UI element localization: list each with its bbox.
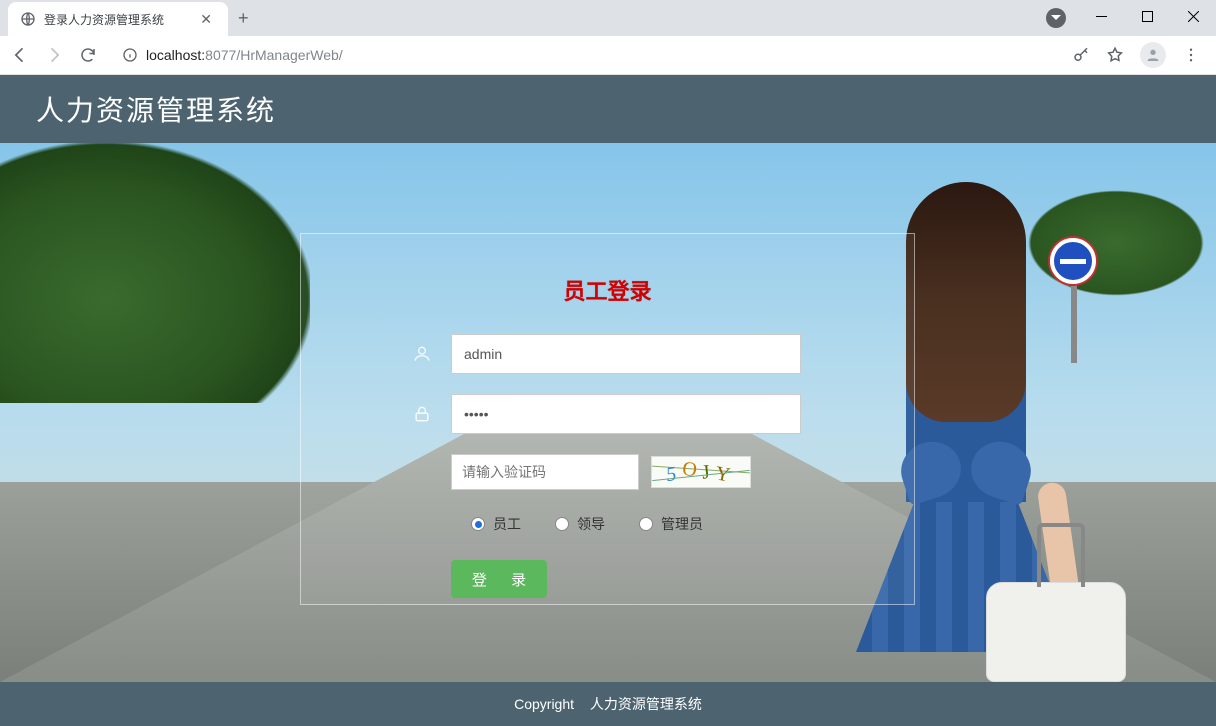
footer-copyright: Copyright <box>514 696 574 712</box>
page-footer: Copyright 人力资源管理系统 <box>0 682 1216 726</box>
role-radio-leader[interactable]: 领导 <box>555 514 605 534</box>
login-panel: 员工登录 5OJY <box>300 233 915 605</box>
browser-tab[interactable]: 登录人力资源管理系统 ✕ <box>8 2 228 36</box>
new-tab-button[interactable]: + <box>228 8 259 29</box>
password-input[interactable] <box>451 394 801 434</box>
site-info-icon[interactable] <box>122 47 138 63</box>
profile-avatar-icon[interactable] <box>1140 42 1166 68</box>
hero-background: 员工登录 5OJY <box>0 143 1216 682</box>
role-radio-admin[interactable]: 管理员 <box>639 514 703 534</box>
browser-toolbar: localhost:8077/HrManagerWeb/ <box>0 36 1216 74</box>
bookmark-star-icon[interactable] <box>1106 46 1124 64</box>
password-key-icon[interactable] <box>1072 46 1090 64</box>
radio-icon <box>471 517 485 531</box>
role-label: 领导 <box>577 514 605 534</box>
tab-title: 登录人力资源管理系统 <box>44 11 188 28</box>
captcha-image[interactable]: 5OJY <box>651 456 751 488</box>
radio-icon <box>639 517 653 531</box>
captcha-input[interactable] <box>451 454 639 490</box>
page: 人力资源管理系统 员工登录 <box>0 75 1216 726</box>
user-icon <box>411 344 433 364</box>
tab-dropdown-icon[interactable] <box>1046 8 1066 28</box>
window-controls <box>1078 0 1216 32</box>
radio-icon <box>555 517 569 531</box>
tab-bar: 登录人力资源管理系统 ✕ + <box>0 0 1216 36</box>
back-button[interactable] <box>10 45 30 65</box>
captcha-row: 5OJY <box>451 454 854 490</box>
lock-icon <box>411 404 433 424</box>
username-input[interactable] <box>451 334 801 374</box>
address-bar[interactable]: localhost:8077/HrManagerWeb/ <box>112 40 1058 70</box>
reload-button[interactable] <box>78 45 98 65</box>
globe-icon <box>20 11 36 27</box>
login-button[interactable]: 登 录 <box>451 560 547 598</box>
page-header: 人力资源管理系统 <box>0 75 1216 143</box>
menu-dots-icon[interactable] <box>1182 46 1200 64</box>
maximize-button[interactable] <box>1124 0 1170 32</box>
forward-button[interactable] <box>44 45 64 65</box>
close-window-button[interactable] <box>1170 0 1216 32</box>
username-row <box>411 334 854 374</box>
footer-system-name: 人力资源管理系统 <box>590 696 702 712</box>
role-label: 管理员 <box>661 514 703 534</box>
password-row <box>411 394 854 434</box>
login-title: 员工登录 <box>361 274 854 306</box>
role-label: 员工 <box>493 514 521 534</box>
url-text: localhost:8077/HrManagerWeb/ <box>146 47 343 63</box>
system-title: 人力资源管理系统 <box>36 95 276 126</box>
toolbar-right <box>1072 42 1206 68</box>
role-radio-group: 员工 领导 管理员 <box>471 514 854 534</box>
minimize-button[interactable] <box>1078 0 1124 32</box>
tab-close-icon[interactable]: ✕ <box>196 11 216 28</box>
role-radio-employee[interactable]: 员工 <box>471 514 521 534</box>
browser-chrome: 登录人力资源管理系统 ✕ + <box>0 0 1216 75</box>
